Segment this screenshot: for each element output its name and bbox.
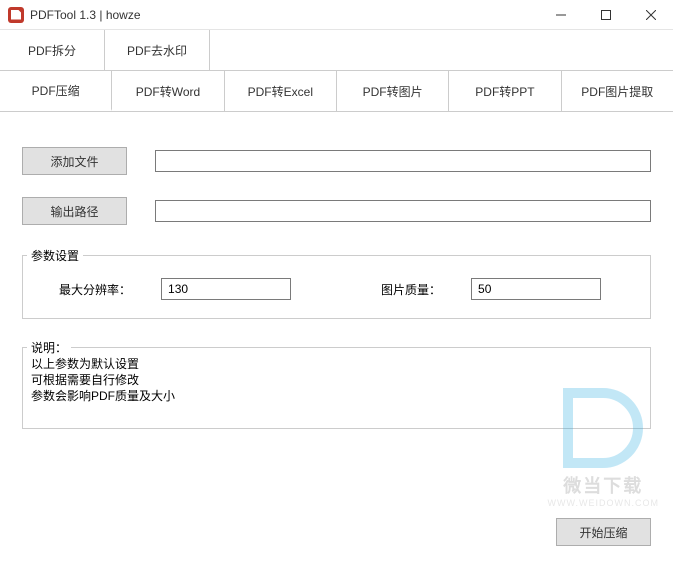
- tab-pdf-compress[interactable]: PDF压缩: [0, 71, 112, 111]
- content-panel: 添加文件 输出路径 参数设置 最大分辨率： 图片质量： 说明： 以上参数为默认设…: [0, 112, 673, 447]
- app-icon: [8, 7, 24, 23]
- add-file-button[interactable]: 添加文件: [22, 147, 127, 175]
- tabs-row-2: PDF压缩 PDF转Word PDF转Excel PDF转图片 PDF转PPT …: [0, 71, 673, 112]
- note-legend: 说明：: [27, 339, 71, 356]
- output-path-button[interactable]: 输出路径: [22, 197, 127, 225]
- output-path-input[interactable]: [155, 200, 651, 222]
- tab-pdf-word[interactable]: PDF转Word: [112, 71, 224, 111]
- image-quality-label: 图片质量：: [381, 281, 441, 298]
- titlebar: PDFTool 1.3 | howze: [0, 0, 673, 30]
- tab-pdf-excel[interactable]: PDF转Excel: [225, 71, 337, 111]
- tab-pdf-image[interactable]: PDF转图片: [337, 71, 449, 111]
- maximize-icon: [601, 10, 611, 20]
- params-fieldset: 参数设置 最大分辨率： 图片质量：: [22, 255, 651, 319]
- note-fieldset: 说明： 以上参数为默认设置 可根据需要自行修改 参数会影响PDF质量及大小: [22, 347, 651, 429]
- image-quality-input[interactable]: [471, 278, 601, 300]
- tabs-row-1: PDF拆分 PDF去水印: [0, 30, 673, 71]
- window-controls: [538, 0, 673, 29]
- max-resolution-label: 最大分辨率：: [59, 281, 131, 298]
- add-file-row: 添加文件: [22, 147, 651, 175]
- footer: 开始压缩: [556, 518, 651, 546]
- file-path-input[interactable]: [155, 150, 651, 172]
- start-compress-button[interactable]: 开始压缩: [556, 518, 651, 546]
- tab-pdf-extract-image[interactable]: PDF图片提取: [562, 71, 673, 111]
- params-legend: 参数设置: [27, 247, 83, 264]
- minimize-icon: [556, 10, 566, 20]
- minimize-button[interactable]: [538, 0, 583, 29]
- tab-pdf-ppt[interactable]: PDF转PPT: [449, 71, 561, 111]
- max-resolution-input[interactable]: [161, 278, 291, 300]
- tab-pdf-split[interactable]: PDF拆分: [0, 30, 105, 70]
- close-icon: [646, 10, 656, 20]
- output-path-row: 输出路径: [22, 197, 651, 225]
- params-row: 最大分辨率： 图片质量：: [41, 278, 632, 300]
- watermark-subtext: WWW.WEIDOWN.COM: [548, 498, 659, 508]
- note-line-2: 可根据需要自行修改: [31, 372, 640, 388]
- maximize-button[interactable]: [583, 0, 628, 29]
- close-button[interactable]: [628, 0, 673, 29]
- window-title: PDFTool 1.3 | howze: [30, 8, 141, 22]
- note-line-1: 以上参数为默认设置: [31, 356, 640, 372]
- watermark-text: 微当下载: [548, 472, 659, 498]
- tab-pdf-watermark[interactable]: PDF去水印: [105, 30, 210, 70]
- note-line-3: 参数会影响PDF质量及大小: [31, 388, 640, 404]
